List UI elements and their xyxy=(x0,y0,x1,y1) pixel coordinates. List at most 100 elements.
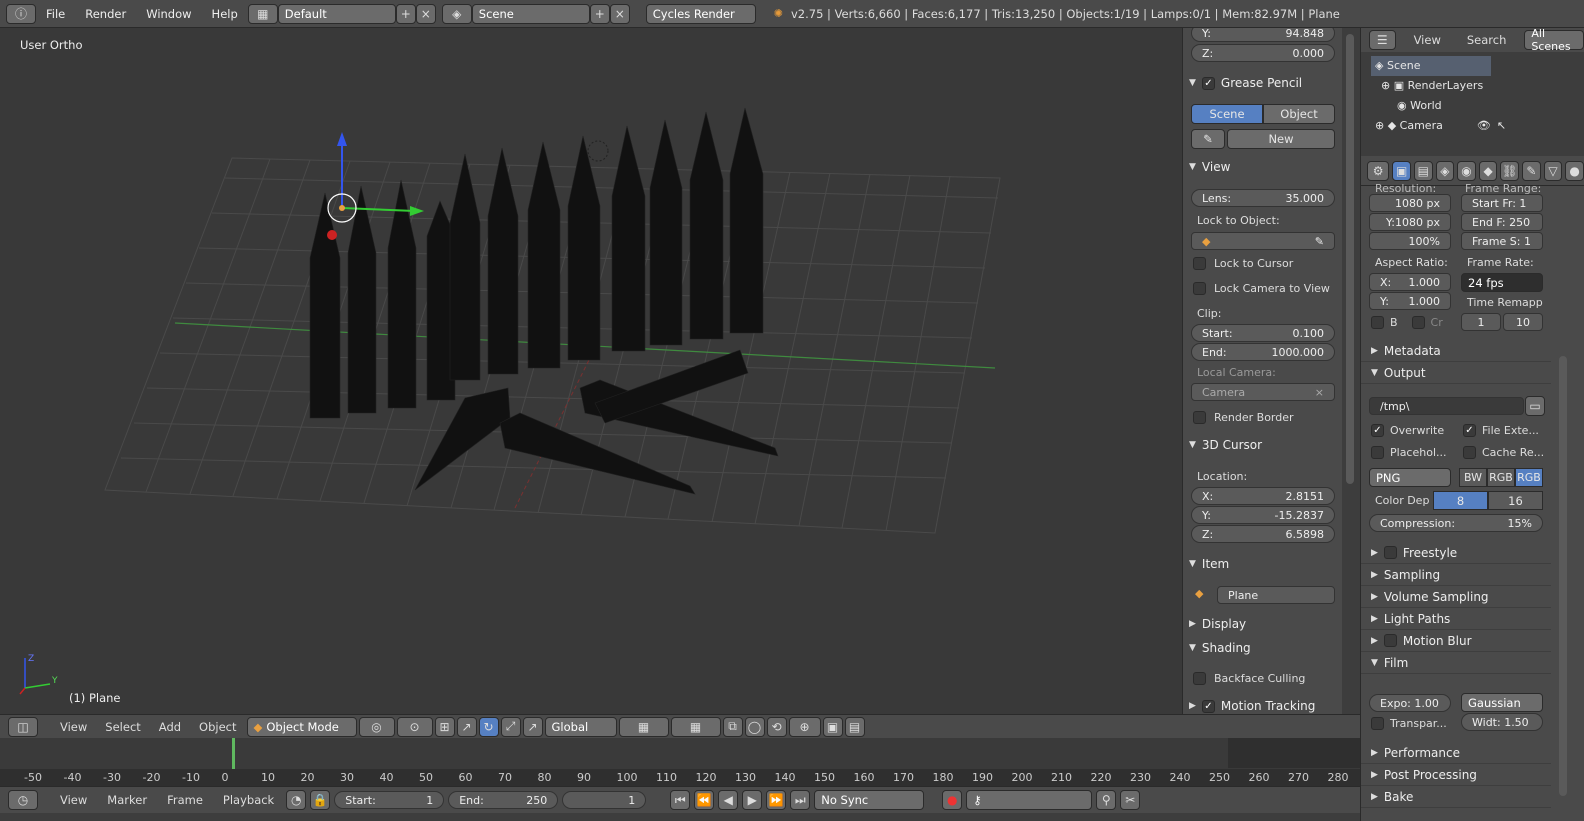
clip-end-field[interactable]: End: 1000.000 xyxy=(1191,343,1335,361)
panel-item[interactable]: ▼ Item xyxy=(1183,553,1229,575)
viewport-shading-icon[interactable]: ◎ xyxy=(358,716,395,737)
aspect-y-field[interactable]: Y: 1.000 xyxy=(1369,292,1451,310)
depth-8-tab[interactable]: 8 xyxy=(1433,491,1488,510)
remove-scene-icon[interactable]: × xyxy=(609,3,630,24)
depth-16-tab[interactable]: 16 xyxy=(1488,491,1543,510)
rgb-tab[interactable]: RGB xyxy=(1487,468,1515,487)
object-tab-icon[interactable]: ◆ xyxy=(1478,160,1498,181)
remove-layout-icon[interactable]: × xyxy=(415,3,436,24)
play-reverse-icon[interactable]: ◀ xyxy=(718,790,739,810)
placeholders-checkbox[interactable] xyxy=(1371,446,1384,459)
tl-menu-view[interactable]: View xyxy=(52,793,95,807)
editor-type-info-icon[interactable]: ⓘ xyxy=(6,3,36,24)
section-metadata[interactable]: ▶ Metadata xyxy=(1361,340,1551,362)
record-icon[interactable]: ● xyxy=(942,790,963,810)
overwrite-row[interactable]: ✓ Overwrite xyxy=(1371,424,1444,437)
local-camera-field[interactable]: Camera × xyxy=(1191,383,1335,401)
border-row[interactable]: B Cr xyxy=(1371,316,1443,329)
lock-cursor-row[interactable]: Lock to Cursor xyxy=(1193,257,1293,270)
lock-icon[interactable]: 🔒 xyxy=(310,790,331,810)
scene-tab-icon[interactable]: ◈ xyxy=(1435,160,1455,181)
prev-key-icon[interactable]: ⏪ xyxy=(694,790,715,810)
outliner-view-menu[interactable]: View xyxy=(1406,33,1449,47)
end-f-field[interactable]: End F: 250 xyxy=(1461,213,1543,231)
menu-file[interactable]: File xyxy=(36,7,75,21)
play-icon[interactable]: ▶ xyxy=(742,790,763,810)
res-x-field[interactable]: 1080 px xyxy=(1369,194,1451,212)
render-tab-icon[interactable]: ▣ xyxy=(1392,160,1411,181)
outliner-search-menu[interactable]: Search xyxy=(1459,33,1515,47)
panel-display[interactable]: ▶ Display xyxy=(1183,613,1246,635)
gp-scene-tab[interactable]: Scene xyxy=(1191,104,1263,124)
res-percent-field[interactable]: 100% xyxy=(1369,232,1451,250)
scene-select[interactable]: Scene xyxy=(471,3,590,24)
end-frame-field[interactable]: End: 250 xyxy=(448,791,559,809)
output-path-field[interactable]: /tmp\ xyxy=(1369,397,1524,415)
border-checkbox[interactable] xyxy=(1371,316,1384,329)
backface-checkbox[interactable] xyxy=(1193,672,1206,685)
tl-menu-frame[interactable]: Frame xyxy=(159,793,211,807)
menu-window[interactable]: Window xyxy=(136,7,201,21)
cursor-y-field[interactable]: Y: -15.2837 xyxy=(1191,506,1335,524)
shelf-scrollbar[interactable] xyxy=(1342,28,1360,714)
add-scene-icon[interactable]: + xyxy=(589,3,610,24)
layers-tab-icon[interactable]: ▤ xyxy=(1413,160,1433,181)
filter-select[interactable]: Gaussian xyxy=(1461,693,1543,712)
jump-end-icon[interactable]: ⏭ xyxy=(790,790,811,810)
lock-camera-checkbox[interactable] xyxy=(1193,282,1206,295)
section-film[interactable]: ▼ Film xyxy=(1361,652,1551,674)
filter-width-field[interactable]: Widt: 1.50 xyxy=(1461,713,1543,731)
transparent-checkbox[interactable] xyxy=(1371,717,1384,730)
layers-icon[interactable]: ▦ xyxy=(618,716,669,737)
visibility-icon[interactable]: 👁 xyxy=(1477,119,1491,132)
file-format-select[interactable]: PNG xyxy=(1369,468,1451,487)
material-tab-icon[interactable]: ● xyxy=(1565,160,1584,181)
delete-key-icon[interactable]: ✂ xyxy=(1120,790,1141,810)
current-frame-field[interactable]: 1 xyxy=(562,791,647,809)
manipulator-icon[interactable]: ⊞ xyxy=(434,716,455,737)
render-border-row[interactable]: Render Border xyxy=(1193,411,1294,424)
rgba-tab[interactable]: RGB xyxy=(1515,468,1543,487)
remap-new-field[interactable]: 10 xyxy=(1503,313,1543,331)
jump-start-icon[interactable]: ⏮ xyxy=(670,790,691,810)
placeholders-row[interactable]: Placehol... xyxy=(1371,446,1447,459)
lock-cursor-checkbox[interactable] xyxy=(1193,257,1206,270)
aspect-x-field[interactable]: X: 1.000 xyxy=(1369,273,1451,291)
modifiers-tab-icon[interactable]: ✎ xyxy=(1522,160,1541,181)
props-scroll-thumb[interactable] xyxy=(1559,356,1567,796)
current-frame-indicator[interactable] xyxy=(232,738,235,772)
transparent-row[interactable]: Transpar... xyxy=(1371,717,1447,730)
tree-item-camera[interactable]: ⊕ ◆ Camera 👁 ↖ xyxy=(1371,116,1584,136)
clip-start-field[interactable]: Start: 0.100 xyxy=(1191,324,1335,342)
next-key-icon[interactable]: ⏩ xyxy=(766,790,787,810)
render-border-checkbox[interactable] xyxy=(1193,411,1206,424)
cache-row[interactable]: Cache Re... xyxy=(1463,446,1544,459)
gp-new-button[interactable]: New xyxy=(1227,129,1335,149)
section-output[interactable]: ▼ Output xyxy=(1361,362,1551,384)
snap-icon[interactable]: ⟲ xyxy=(766,716,787,737)
compression-slider[interactable]: Compression: 15% xyxy=(1369,514,1543,532)
lock-layers-icon[interactable]: ⧉ xyxy=(722,716,743,737)
3d-viewport[interactable]: User Ortho Z Y (1) Plane xyxy=(0,28,1182,714)
menu-add[interactable]: Add xyxy=(151,720,189,734)
render-engine-select[interactable]: Cycles Render xyxy=(645,3,756,24)
constraints-tab-icon[interactable]: ⛓ xyxy=(1500,160,1520,181)
exposure-field[interactable]: Expo: 1.00 xyxy=(1369,694,1451,712)
file-ext-row[interactable]: ✓ File Exte... xyxy=(1463,424,1539,437)
section-sampling[interactable]: ▶ Sampling xyxy=(1361,564,1551,586)
tree-item-world[interactable]: ◉ World xyxy=(1371,96,1584,116)
section-performance[interactable]: ▶ Performance xyxy=(1361,742,1551,764)
tl-menu-marker[interactable]: Marker xyxy=(99,793,155,807)
section-bake[interactable]: ▶ Bake xyxy=(1361,786,1551,808)
data-tab-icon[interactable]: ▽ xyxy=(1543,160,1563,181)
tree-item-renderlayers[interactable]: ⊕ ▣ RenderLayers xyxy=(1371,76,1584,96)
cursor-x-field[interactable]: X: 2.8151 xyxy=(1191,487,1335,505)
layout-select[interactable]: Default xyxy=(277,3,396,24)
orientation-select[interactable]: Global xyxy=(544,716,617,737)
proportional-icon[interactable]: ◯ xyxy=(744,716,765,737)
select-arrow-icon[interactable]: ↖ xyxy=(1497,119,1506,132)
bw-tab[interactable]: BW xyxy=(1459,468,1487,487)
folder-icon[interactable]: ▭ xyxy=(1525,396,1545,416)
gp-checkbox[interactable]: ✓ xyxy=(1201,76,1215,90)
location-z-field[interactable]: Z: 0.000 xyxy=(1191,44,1335,62)
